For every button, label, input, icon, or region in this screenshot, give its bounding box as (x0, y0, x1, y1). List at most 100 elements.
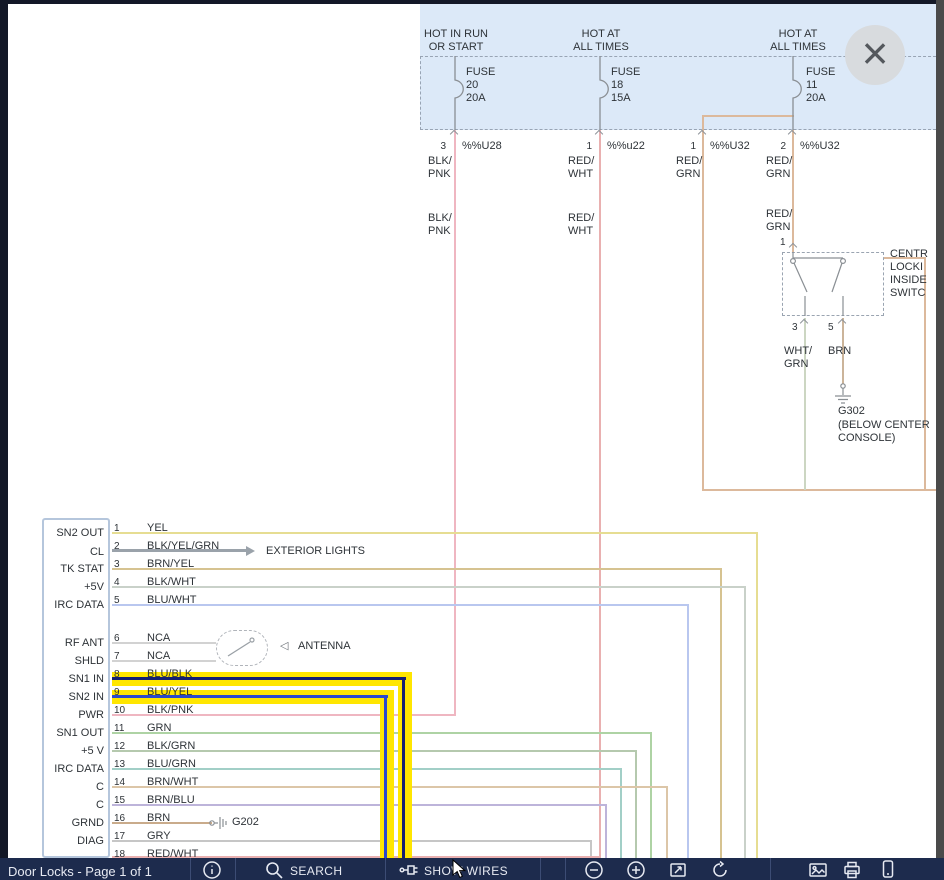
switch-label: CENTR LOCKI INSIDE SWITC (890, 248, 928, 299)
wire-blu-grn-vertical[interactable] (620, 768, 622, 858)
pin-number: 14 (114, 777, 126, 788)
wire-yel-vertical[interactable] (756, 532, 758, 858)
wire-color-label: NCA (147, 650, 171, 662)
print-icon[interactable] (842, 860, 862, 880)
pin-function-label: GRND (71, 817, 104, 829)
wire-red-grn-vertical[interactable] (792, 130, 794, 252)
pin-number: 5 (114, 595, 120, 606)
wire-color-label: BRN/YEL (147, 558, 195, 570)
pin-function-label: PWR (78, 709, 104, 721)
wire-red-grn-horizontal[interactable] (702, 489, 936, 491)
fuse-icon[interactable] (590, 56, 610, 130)
wire-color-label: GRN (147, 722, 172, 734)
connector-arrow-icon (788, 242, 798, 252)
pin-number: 11 (114, 723, 125, 734)
wire-label: RED/ WHT (568, 212, 595, 237)
pin-number: 8 (114, 669, 120, 680)
wire-color-label: BRN (147, 812, 171, 824)
connector-arrow-icon (837, 318, 847, 328)
wire-wht-grn-vertical[interactable] (804, 318, 806, 490)
connector-arrow-icon (787, 129, 797, 139)
pin-function-label: SN1 IN (68, 673, 104, 685)
pin-number: 12 (114, 741, 126, 752)
mobile-view-icon[interactable] (878, 859, 898, 879)
fuse-label: FUSE 20 20A (466, 66, 496, 104)
highlight-band-vertical[interactable] (380, 690, 394, 858)
fit-screen-icon[interactable] (668, 860, 688, 880)
connector-arrow-icon (594, 129, 604, 139)
exit-pin: 3 (440, 141, 446, 152)
pin-number: 7 (114, 651, 120, 662)
wire-blk-grn-vertical[interactable] (635, 750, 637, 858)
toolbar-divider (190, 858, 191, 880)
wire-color-label: BLK/PNK (147, 704, 194, 716)
window-edge-top (0, 0, 944, 4)
toolbar-divider (540, 858, 541, 880)
pin-function-label: IRC DATA (54, 763, 104, 775)
wire-color-label: BLK/YEL/GRN (147, 540, 220, 552)
fuse-label: FUSE 18 15A (611, 66, 641, 104)
wire-blk-pnk-vertical[interactable] (454, 130, 456, 716)
wire-blk-wht[interactable] (112, 586, 746, 588)
wire-blu-wht-vertical[interactable] (687, 604, 689, 858)
switch-contacts-icon (790, 252, 846, 316)
wire-brn-blu-vertical[interactable] (605, 804, 607, 858)
highlight-band-vertical[interactable] (398, 672, 412, 858)
close-button[interactable]: × (845, 25, 905, 85)
pin-number: 16 (114, 813, 126, 824)
wire-blu-wht[interactable] (112, 604, 689, 606)
pin-number: 17 (114, 831, 126, 842)
wire-blk-wht-vertical[interactable] (744, 586, 746, 858)
wire-label: RED/ WHT (568, 155, 595, 180)
wire-label: BLK/ PNK (428, 155, 452, 180)
pin-function-label: IRC DATA (54, 599, 104, 611)
exit-connector: %%U32 (710, 140, 750, 152)
wire-brn-yel[interactable] (112, 568, 722, 570)
ground-note: (BELOW CENTER CONSOLE) (838, 419, 930, 444)
wire-yel[interactable] (112, 532, 758, 534)
pin-number: 4 (114, 577, 120, 588)
exit-pin: 2 (780, 141, 786, 152)
bottom-toolbar: Door Locks - Page 1 of 1 SEARCH SHOW WIR… (0, 858, 944, 880)
info-icon[interactable] (202, 860, 222, 880)
pin-function-label: DIAG (77, 835, 104, 847)
vertical-scrollbar[interactable] (936, 0, 944, 880)
window-edge-left (0, 0, 8, 880)
wire-red-grn-vertical[interactable] (702, 116, 704, 490)
wire-brn-yel-vertical[interactable] (720, 568, 722, 858)
zoom-out-icon[interactable] (584, 860, 604, 880)
wire-color-label: GRY (147, 830, 171, 842)
pin-function-label: SHLD (74, 655, 104, 667)
pin-number: 2 (114, 541, 120, 552)
wire-blu-yel-highlighted-vertical[interactable] (384, 695, 387, 858)
show-wires-icon[interactable] (398, 860, 418, 880)
exit-connector: %%u22 (607, 140, 645, 152)
reset-view-icon[interactable] (710, 860, 730, 880)
show-wires-button[interactable]: SHOW WIRES (424, 864, 508, 878)
wire-brn-wht-vertical[interactable] (666, 786, 668, 858)
fuse-label: FUSE 11 20A (806, 66, 836, 104)
wire-gry[interactable] (112, 840, 592, 842)
wire-label: BRN (828, 345, 852, 357)
wire-color-label: BLU/GRN (147, 758, 196, 770)
pin-number: 13 (114, 759, 126, 770)
pin-function-label: SN1 OUT (56, 727, 104, 739)
ground-icon (209, 817, 227, 829)
fuse-icon[interactable] (445, 56, 465, 130)
search-button[interactable]: SEARCH (290, 864, 342, 878)
switch-pin-left: 3 (792, 322, 798, 333)
wire-grn-vertical[interactable] (650, 732, 652, 858)
fuse-icon[interactable] (783, 56, 803, 130)
zoom-in-icon[interactable] (626, 860, 646, 880)
pin-number: 1 (114, 523, 120, 534)
wire-color-label: BLK/WHT (147, 576, 196, 588)
wire-label: RED/ GRN (676, 155, 703, 180)
pin-number: 9 (114, 687, 120, 698)
wire-color-label: NCA (147, 632, 171, 644)
connector-arrow-icon (799, 318, 809, 328)
wire-blu-blk-highlighted-vertical[interactable] (402, 677, 405, 858)
search-icon[interactable] (264, 860, 284, 880)
image-view-icon[interactable] (808, 860, 828, 880)
wire-color-label: BRN/WHT (147, 776, 199, 788)
wire-red-wht-vertical[interactable] (599, 130, 601, 858)
